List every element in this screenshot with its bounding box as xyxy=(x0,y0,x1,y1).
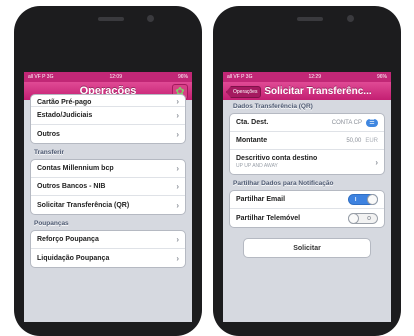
chevron-right-icon: › xyxy=(176,164,179,173)
amount-unit: EUR xyxy=(365,137,378,144)
list-item-label: Cartão Pré-pago xyxy=(37,99,92,106)
list-item-label: Outros Bancos - NIB xyxy=(37,183,106,190)
chevron-right-icon: › xyxy=(176,235,179,244)
share-phone-label: Partilhar Telemóvel xyxy=(236,214,301,222)
account-label: Cta. Dest. xyxy=(236,119,269,126)
list-item-label: Estado/Judiciais xyxy=(37,112,93,119)
description-subtext: UP UP AND AWAY xyxy=(236,163,278,169)
list-item-state-judicial[interactable]: Estado/Judiciais › xyxy=(31,107,185,125)
account-row[interactable]: Cta. Dest. CONTA CP ☰ xyxy=(230,114,384,132)
toggle-knob xyxy=(348,212,359,224)
time-text: 12:09 xyxy=(109,74,122,80)
chevron-right-icon: › xyxy=(176,111,179,120)
menu-group-savings: Reforço Poupança › Liquidação Poupança › xyxy=(30,230,186,268)
chevron-right-icon: › xyxy=(176,200,179,210)
list-item-savings-liquidation[interactable]: Liquidação Poupança › xyxy=(31,249,185,267)
carrier-text: all VF P 3G xyxy=(28,74,54,80)
share-email-toggle[interactable]: I xyxy=(348,194,378,205)
carrier-text: all VF P 3G xyxy=(227,74,253,80)
chevron-right-icon: › xyxy=(176,129,179,139)
chevron-right-icon: › xyxy=(176,97,179,106)
share-phone-row: Partilhar Telemóvel O xyxy=(230,209,384,227)
transfer-form: Dados Transferência (QR) Cta. Dest. CONT… xyxy=(223,100,391,322)
status-bar: all VF P 3G 12:09 96% xyxy=(24,72,192,82)
section-header-transfer-data: Dados Transferência (QR) xyxy=(233,103,313,110)
operations-list: Cartão Pré-pago › Estado/Judiciais › Out… xyxy=(24,94,192,322)
chevron-right-icon: › xyxy=(176,253,179,263)
list-item-millennium-accounts[interactable]: Contas Millennium bcp › xyxy=(31,160,185,178)
share-email-label: Partilhar Email xyxy=(236,196,286,203)
section-header-savings: Poupanças xyxy=(34,220,69,227)
camera-icon xyxy=(147,15,154,22)
submit-request-button[interactable]: Solicitar xyxy=(243,238,371,258)
list-item-others[interactable]: Outros › xyxy=(31,125,185,143)
amount-value: 50,00 xyxy=(346,137,362,144)
list-item-savings-top-up[interactable]: Reforço Poupança › xyxy=(31,231,185,249)
status-bar: all VF P 3G 12:29 96% xyxy=(223,72,391,82)
list-item-label: Liquidação Poupança xyxy=(37,254,110,262)
account-value: CONTA CP xyxy=(331,119,362,126)
phone-right: all VF P 3G 12:29 96% Operações Solicita… xyxy=(213,6,401,336)
page-title: Solicitar Transferênc... xyxy=(264,85,372,97)
battery-text: 96% xyxy=(177,74,188,80)
phone-left: all VF P 3G 12:09 96% Operações ✿ Cartão… xyxy=(14,6,202,336)
menu-group-top: Cartão Pré-pago › Estado/Judiciais › Out… xyxy=(30,94,186,144)
screen-request-transfer: all VF P 3G 12:29 96% Operações Solicita… xyxy=(223,72,391,322)
section-header-transfer: Transferir xyxy=(34,149,64,156)
chevron-right-icon: › xyxy=(375,157,378,167)
list-item-other-banks[interactable]: Outros Bancos - NIB › xyxy=(31,178,185,196)
amount-row[interactable]: Montante 50,00 EUR xyxy=(230,132,384,150)
amount-label: Montante xyxy=(236,137,268,144)
share-phone-toggle[interactable]: O xyxy=(348,212,378,224)
list-item-prepaid-card[interactable]: Cartão Pré-pago › xyxy=(31,95,185,107)
time-text: 12:29 xyxy=(308,74,321,80)
nav-bar: Operações Solicitar Transferênc... xyxy=(223,82,391,100)
camera-icon xyxy=(347,15,354,22)
back-button[interactable]: Operações xyxy=(226,86,262,98)
description-row[interactable]: Descritivo conta destino UP UP AND AWAY … xyxy=(230,150,384,174)
screen-operations: all VF P 3G 12:09 96% Operações ✿ Cartão… xyxy=(24,72,192,322)
section-header-share: Partilhar Dados para Notificação xyxy=(233,180,334,187)
toggle-knob xyxy=(367,194,378,205)
speaker-grille xyxy=(297,17,323,21)
description-label: Descritivo conta destino xyxy=(236,155,318,162)
form-group-share: Partilhar Email I Partilhar Telemóvel O xyxy=(229,190,385,228)
share-email-row: Partilhar Email I xyxy=(230,191,384,209)
menu-group-transfer: Contas Millennium bcp › Outros Bancos - … xyxy=(30,159,186,215)
form-group-transfer-data: Cta. Dest. CONTA CP ☰ Montante 50,00 EUR xyxy=(229,113,385,175)
contact-icon[interactable]: ☰ xyxy=(366,118,378,127)
list-item-request-transfer-qr[interactable]: Solicitar Transferência (QR) › xyxy=(31,196,185,214)
list-item-label: Solicitar Transferência (QR) xyxy=(37,201,130,209)
list-item-label: Outros xyxy=(37,130,60,138)
battery-text: 96% xyxy=(376,74,387,80)
toggle-state-label: O xyxy=(367,215,371,222)
toggle-state-label: I xyxy=(355,197,357,203)
speaker-grille xyxy=(98,17,124,21)
list-item-label: Reforço Poupança xyxy=(37,236,99,243)
chevron-right-icon: › xyxy=(176,182,179,191)
list-item-label: Contas Millennium bcp xyxy=(37,165,114,172)
